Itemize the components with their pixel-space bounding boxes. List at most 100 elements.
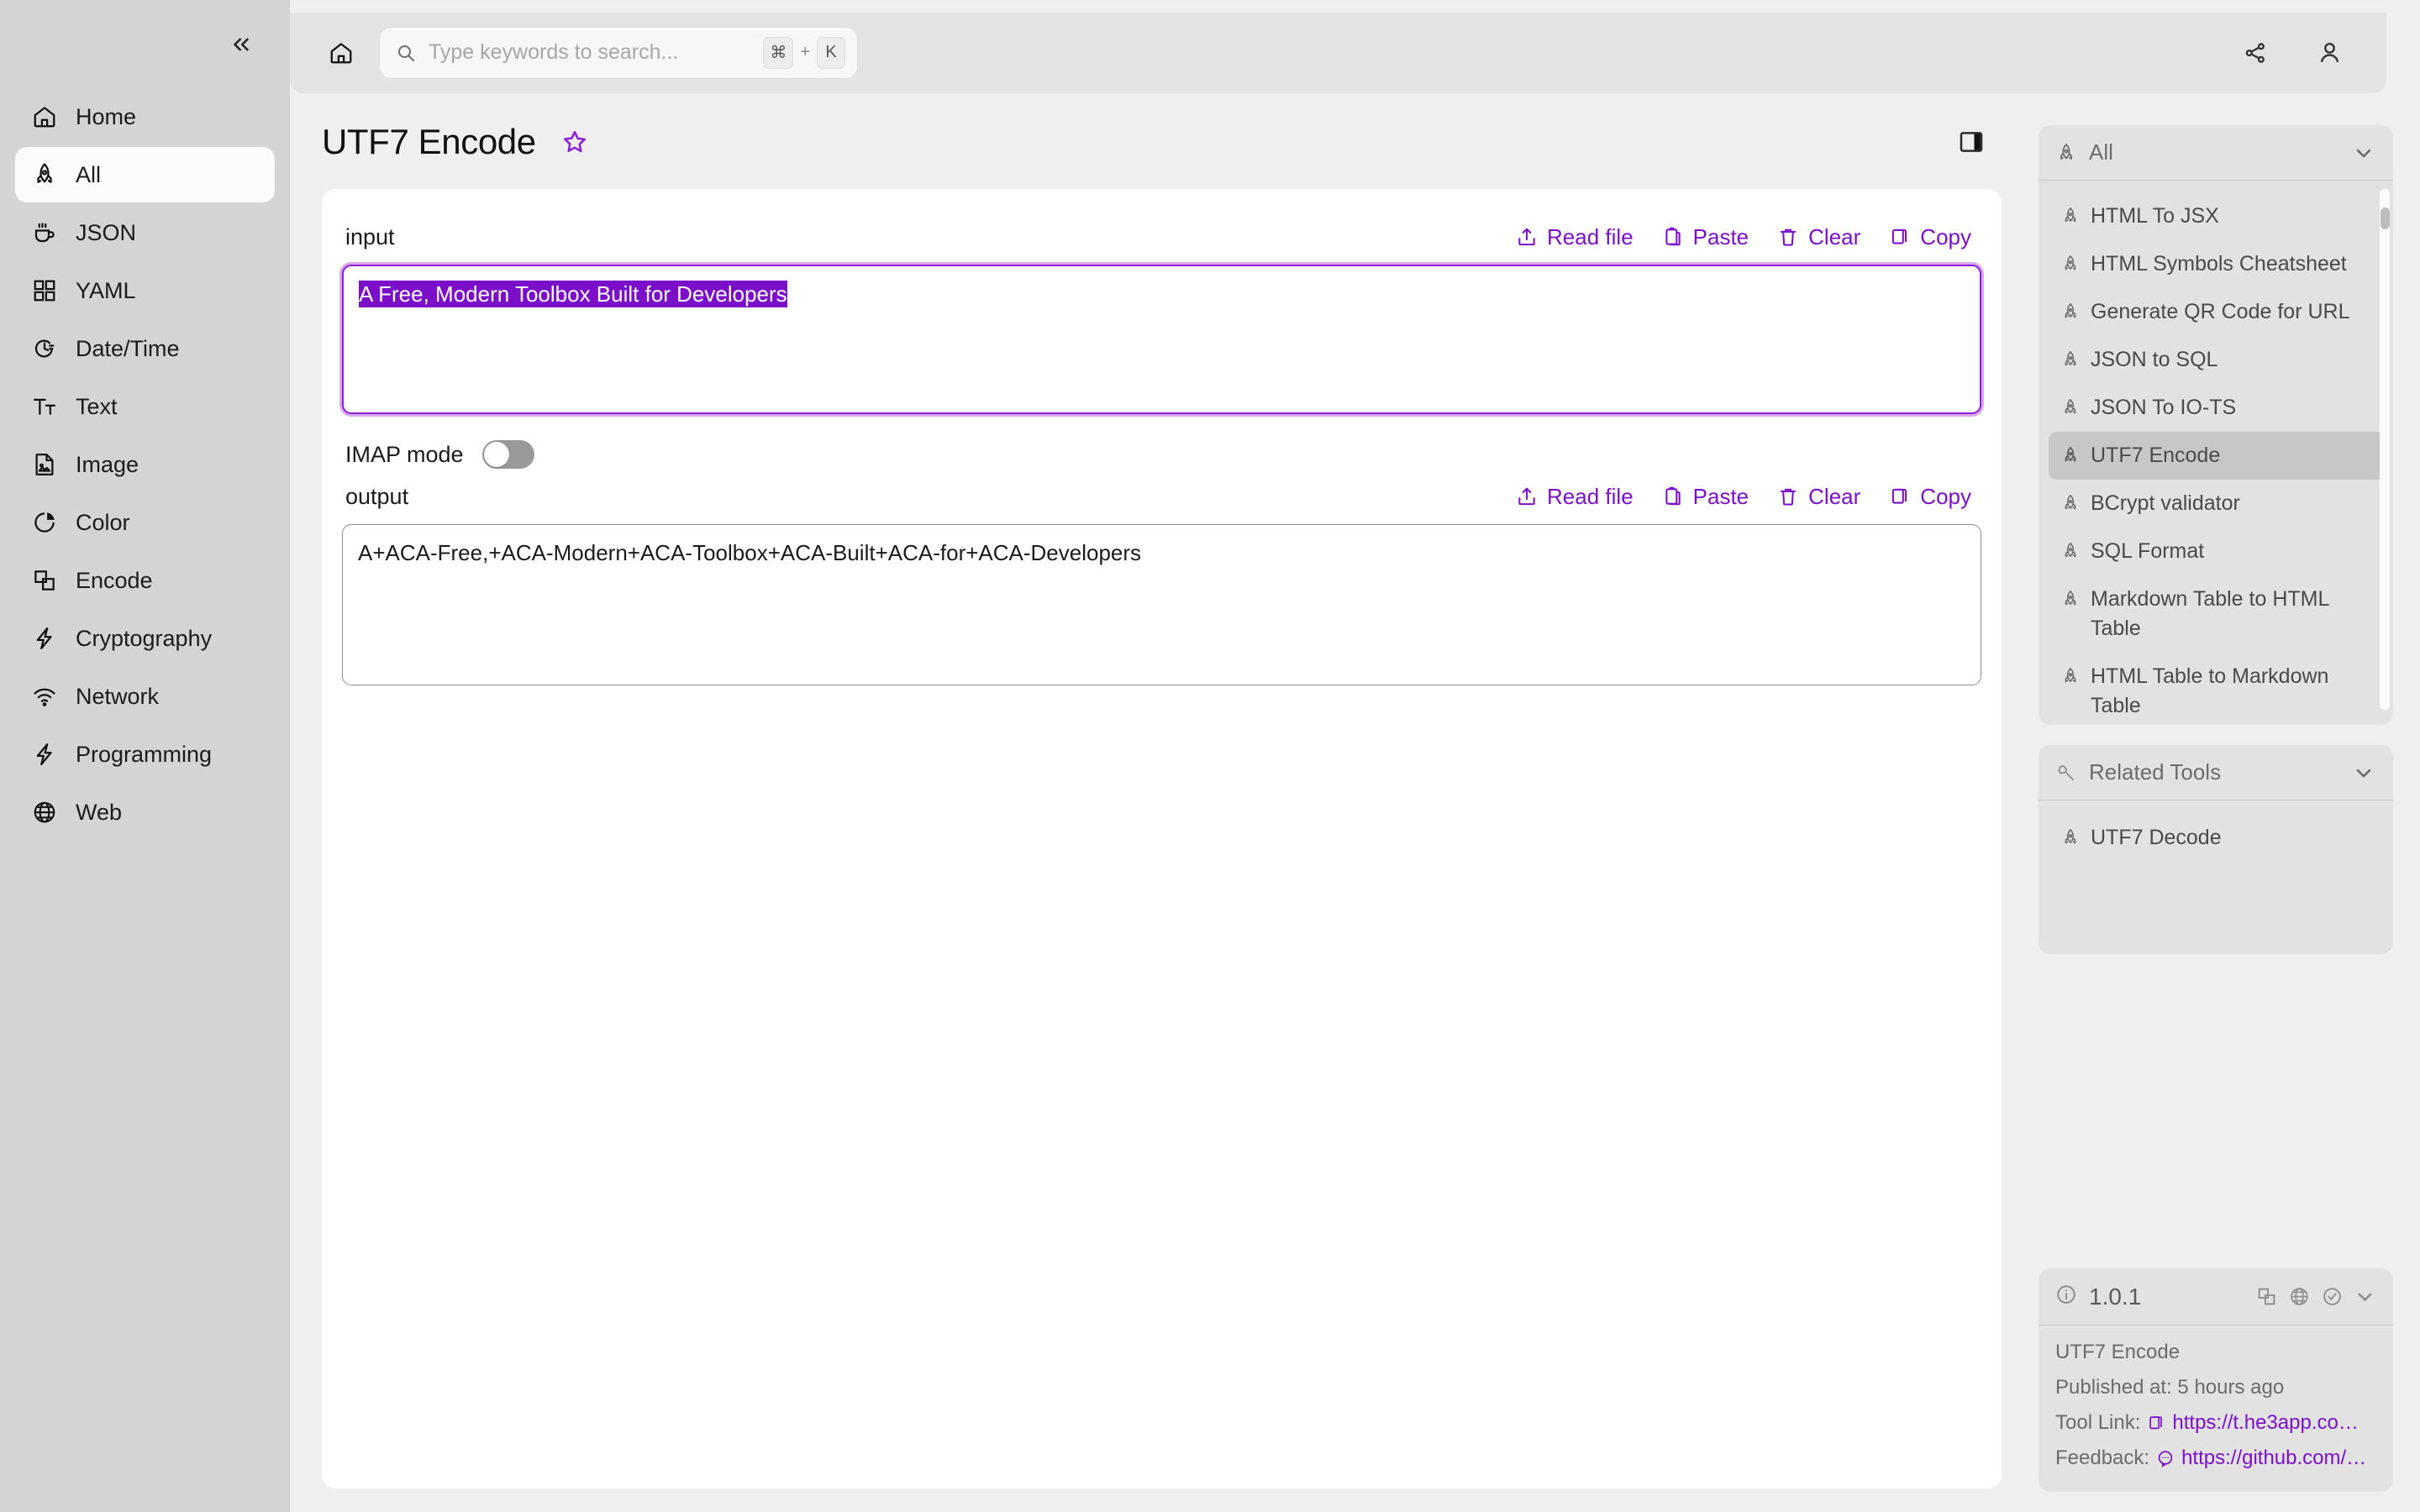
imap-mode-toggle[interactable] — [481, 440, 534, 469]
list-item[interactable]: SQL Format — [2049, 528, 2385, 575]
kbd-plus: + — [800, 43, 810, 61]
pie-chart-icon — [30, 508, 59, 537]
sidebar-item-programming[interactable]: Programming — [15, 727, 275, 782]
all-tools-list[interactable]: HTML To JSX HTML Symbols Cheatsheet Gene… — [2039, 181, 2393, 725]
home-icon — [30, 102, 59, 131]
input-label: input — [345, 223, 395, 249]
feedback-link[interactable]: https://github.com/… — [2156, 1446, 2366, 1470]
sidebar-item-home[interactable]: Home — [15, 89, 275, 144]
left-sidebar: Home All JSON YAML Date/Time Text Image … — [0, 0, 290, 1512]
input-actions: Read file Paste Clear Copy — [1516, 224, 1978, 250]
clipboard-icon — [1665, 227, 1681, 246]
input-copy-button[interactable]: Copy — [1889, 224, 1971, 250]
main-area: ⌘ + K — [290, 0, 2420, 1512]
all-tools-scrollbar[interactable] — [2380, 189, 2390, 710]
list-item[interactable]: HTML To JSX — [2049, 192, 2385, 240]
check-circle-icon[interactable] — [2320, 1285, 2344, 1309]
search-icon — [395, 42, 417, 64]
sidebar-item-json[interactable]: JSON — [15, 205, 275, 260]
scrollbar-thumb[interactable] — [2381, 207, 2390, 229]
version-actions — [2254, 1285, 2376, 1309]
share-button[interactable] — [2238, 36, 2272, 70]
all-tools-header[interactable]: All — [2039, 125, 2393, 181]
sidebar-item-image[interactable]: Image — [15, 437, 275, 492]
sidebar-item-label: Cryptography — [76, 625, 213, 651]
sidebar-item-network[interactable]: Network — [15, 669, 275, 724]
list-item-label: JSON to SQL — [2091, 348, 2218, 371]
input-clear-button[interactable]: Clear — [1777, 224, 1860, 250]
feedback-label: Feedback: — [2055, 1446, 2150, 1469]
output-label: output — [345, 483, 409, 509]
input-read-file-button[interactable]: Read file — [1516, 224, 1634, 250]
list-item[interactable]: Generate QR Code for URL — [2049, 288, 2385, 336]
input-copy-label: Copy — [1920, 223, 1971, 249]
version-published: Published at: 5 hours ago — [2055, 1376, 2285, 1399]
copy-icon[interactable] — [2254, 1285, 2278, 1309]
favorite-button[interactable] — [556, 123, 593, 160]
output-textarea[interactable] — [342, 524, 1981, 685]
imap-mode-row: IMAP mode — [345, 440, 1978, 469]
list-item[interactable]: HTML Symbols Cheatsheet — [2049, 240, 2385, 288]
chevron-down-icon[interactable] — [2351, 760, 2376, 785]
chevron-down-icon[interactable] — [2351, 140, 2376, 165]
all-tools-title: All — [2089, 139, 2113, 165]
rocket-icon — [2060, 493, 2081, 513]
list-item[interactable]: Markdown Table to HTML Table — [2049, 575, 2385, 653]
related-tools-title: Related Tools — [2089, 759, 2222, 785]
share-icon — [2245, 42, 2265, 63]
related-tools-header[interactable]: Related Tools — [2039, 745, 2393, 801]
input-paste-label: Paste — [1692, 223, 1749, 249]
tool-link-value: https://t.he3app.co… — [2172, 1411, 2359, 1434]
kbd-key: K — [817, 36, 845, 69]
kbd-meta: ⌘ — [763, 36, 794, 69]
center-column: UTF7 Encode input Read file Paste Clear … — [290, 105, 2033, 1512]
input-textarea[interactable] — [342, 265, 1981, 414]
home-button[interactable] — [317, 29, 366, 77]
tool-card: input Read file Paste Clear Copy A Free,… — [322, 189, 2002, 1488]
tool-link[interactable]: https://t.he3app.co… — [2147, 1411, 2359, 1435]
sidebar-item-color[interactable]: Color — [15, 495, 275, 550]
list-item[interactable]: JSON to SQL — [2049, 336, 2385, 384]
chevron-down-icon[interactable] — [2353, 1285, 2376, 1309]
sidebar-item-encode[interactable]: Encode — [15, 553, 275, 608]
globe-icon — [30, 798, 59, 827]
list-item[interactable]: BCrypt validator — [2049, 480, 2385, 528]
sidebar-collapse-row — [0, 18, 290, 71]
sidebar-item-label: Programming — [76, 741, 213, 767]
sidebar-item-yaml[interactable]: YAML — [15, 263, 275, 318]
sidebar-item-datetime[interactable]: Date/Time — [15, 321, 275, 376]
version-tool-link-row: Tool Link: https://t.he3app.co… — [2055, 1411, 2376, 1435]
sidebar-item-label: Encode — [76, 567, 153, 593]
rocket-icon — [2060, 302, 2081, 322]
input-paste-button[interactable]: Paste — [1662, 224, 1749, 250]
list-item[interactable]: JSON To IO-TS — [2049, 384, 2385, 432]
list-item[interactable]: UTF7 Decode — [2049, 814, 2385, 862]
sidebar-item-text[interactable]: Text — [15, 379, 275, 434]
trash-icon — [1781, 228, 1797, 246]
sidebar-item-cryptography[interactable]: Cryptography — [15, 611, 275, 666]
list-item-label: Generate QR Code for URL — [2091, 300, 2350, 323]
right-rail: All HTML To JSX HTML Symbols Cheatsheet … — [2033, 105, 2420, 1512]
sidebar-item-web[interactable]: Web — [15, 785, 275, 840]
collapse-sidebar-button[interactable] — [224, 28, 258, 61]
list-item-label: HTML Symbols Cheatsheet — [2091, 252, 2347, 276]
list-item-label: UTF7 Decode — [2091, 826, 2222, 849]
message-icon — [2158, 1451, 2173, 1467]
search-input[interactable] — [429, 40, 752, 65]
search-bar[interactable]: ⌘ + K — [379, 26, 858, 79]
sidebar-item-label: Web — [76, 799, 123, 825]
output-copy-button[interactable]: Copy — [1889, 484, 1971, 510]
list-item[interactable]: HTML Table to Markdown Table — [2049, 653, 2385, 725]
output-read-file-label: Read file — [1547, 483, 1634, 509]
sidebar-item-label: Text — [76, 393, 118, 419]
account-button[interactable] — [2312, 36, 2346, 70]
right-panel-toggle-button[interactable] — [1951, 122, 1991, 162]
list-item-selected[interactable]: UTF7 Encode — [2049, 432, 2385, 480]
output-read-file-button[interactable]: Read file — [1516, 484, 1634, 510]
output-clear-button[interactable]: Clear — [1777, 484, 1860, 510]
globe-icon[interactable] — [2287, 1285, 2311, 1309]
all-tools-panel: All HTML To JSX HTML Symbols Cheatsheet … — [2039, 125, 2393, 725]
sidebar-item-all[interactable]: All — [15, 147, 275, 202]
output-paste-button[interactable]: Paste — [1662, 484, 1749, 510]
output-textarea-wrap — [342, 524, 1981, 690]
